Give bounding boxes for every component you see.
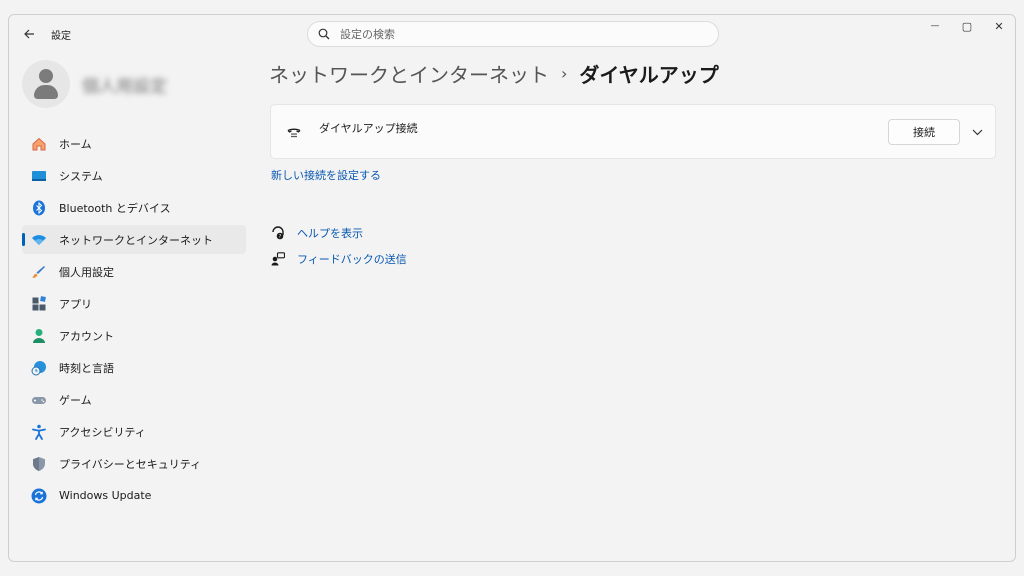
close-button[interactable]: ✕	[983, 15, 1015, 37]
user-profile[interactable]: 個人用設定	[22, 60, 167, 108]
display-icon	[31, 168, 47, 184]
chevron-down-icon	[972, 129, 982, 135]
help-link[interactable]: ヘルプを表示	[297, 225, 363, 241]
sidebar-item-accounts[interactable]: アカウント	[22, 321, 246, 350]
apps-icon	[31, 295, 47, 312]
help-icon: ?	[272, 226, 284, 240]
sidebar-item-label: ネットワークとインターネット	[59, 233, 213, 247]
minimize-button[interactable]: —	[919, 15, 951, 37]
sidebar-item-gaming[interactable]: ゲーム	[22, 385, 246, 414]
new-connection-link[interactable]: 新しい接続を設定する	[271, 167, 381, 183]
sidebar-item-system[interactable]: システム	[22, 161, 246, 190]
search-box[interactable]	[307, 21, 719, 47]
account-icon	[31, 328, 47, 344]
avatar-head	[39, 69, 53, 83]
breadcrumb-parent[interactable]: ネットワークとインターネット	[269, 59, 549, 88]
avatar	[22, 60, 70, 108]
sidebar-item-label: プライバシーとセキュリティ	[59, 457, 202, 471]
sidebar-nav: ホーム システム Bluetooth とデバイス ネットワークとインターネット …	[22, 129, 246, 513]
feedback-link-row[interactable]: フィードバックの送信	[271, 251, 407, 267]
connect-button[interactable]: 接続	[888, 119, 960, 145]
settings-window: 設定 — ▢ ✕ 個人用設定 ホーム システム	[8, 14, 1016, 562]
sidebar-item-label: 時刻と言語	[59, 361, 114, 375]
bluetooth-icon	[31, 200, 47, 216]
help-link-row[interactable]: ? ヘルプを表示	[271, 225, 363, 241]
brush-icon	[31, 264, 47, 280]
shield-icon	[31, 456, 47, 472]
breadcrumb-separator: ›	[561, 64, 568, 83]
search-icon	[318, 28, 330, 40]
search-input[interactable]	[340, 27, 700, 41]
window-controls: — ▢ ✕	[919, 15, 1015, 37]
feedback-icon	[271, 252, 285, 266]
sidebar-item-label: アプリ	[59, 297, 92, 311]
dialup-connection-label: ダイヤルアップ接続	[319, 122, 418, 135]
sidebar-item-label: アクセシビリティ	[59, 425, 146, 439]
sidebar-item-accessibility[interactable]: アクセシビリティ	[22, 417, 246, 446]
sidebar-item-windows-update[interactable]: Windows Update	[22, 481, 246, 510]
accessibility-icon	[31, 424, 47, 440]
update-icon	[31, 488, 47, 504]
sidebar-item-label: Bluetooth とデバイス	[59, 201, 171, 215]
sidebar-item-bluetooth[interactable]: Bluetooth とデバイス	[22, 193, 246, 222]
gamepad-icon	[31, 392, 47, 408]
sidebar-item-label: アカウント	[59, 329, 114, 343]
sidebar-item-label: 個人用設定	[59, 265, 114, 279]
dialup-icon	[287, 128, 301, 138]
expand-button[interactable]	[966, 121, 988, 143]
dialup-connection-card[interactable]: ダイヤルアップ接続 接続	[270, 104, 996, 159]
avatar-body	[34, 85, 58, 99]
home-icon	[31, 136, 47, 152]
maximize-button[interactable]: ▢	[951, 15, 983, 37]
back-arrow-icon	[24, 29, 34, 39]
title-bar: 設定 — ▢ ✕	[9, 15, 1015, 53]
sidebar-item-home[interactable]: ホーム	[22, 129, 246, 158]
page-title: ダイヤルアップ	[579, 63, 719, 87]
globe-clock-icon	[31, 360, 47, 376]
app-title: 設定	[51, 31, 71, 42]
wifi-icon	[31, 232, 47, 248]
svg-text:?: ?	[279, 234, 282, 240]
sidebar-item-privacy[interactable]: プライバシーとセキュリティ	[22, 449, 246, 478]
sidebar-item-label: システム	[59, 169, 103, 183]
sidebar-item-apps[interactable]: アプリ	[22, 289, 246, 318]
sidebar-item-personalization[interactable]: 個人用設定	[22, 257, 246, 286]
sidebar-item-network[interactable]: ネットワークとインターネット	[22, 225, 246, 254]
sidebar-item-label: ホーム	[59, 137, 92, 151]
profile-name: 個人用設定	[82, 76, 167, 97]
sidebar-item-label: Windows Update	[59, 489, 152, 502]
sidebar-item-label: ゲーム	[59, 393, 92, 407]
feedback-link[interactable]: フィードバックの送信	[297, 251, 407, 267]
back-button[interactable]	[19, 24, 39, 44]
breadcrumb: ネットワークとインターネット › ダイヤルアップ	[269, 59, 719, 88]
sidebar-item-time-language[interactable]: 時刻と言語	[22, 353, 246, 382]
